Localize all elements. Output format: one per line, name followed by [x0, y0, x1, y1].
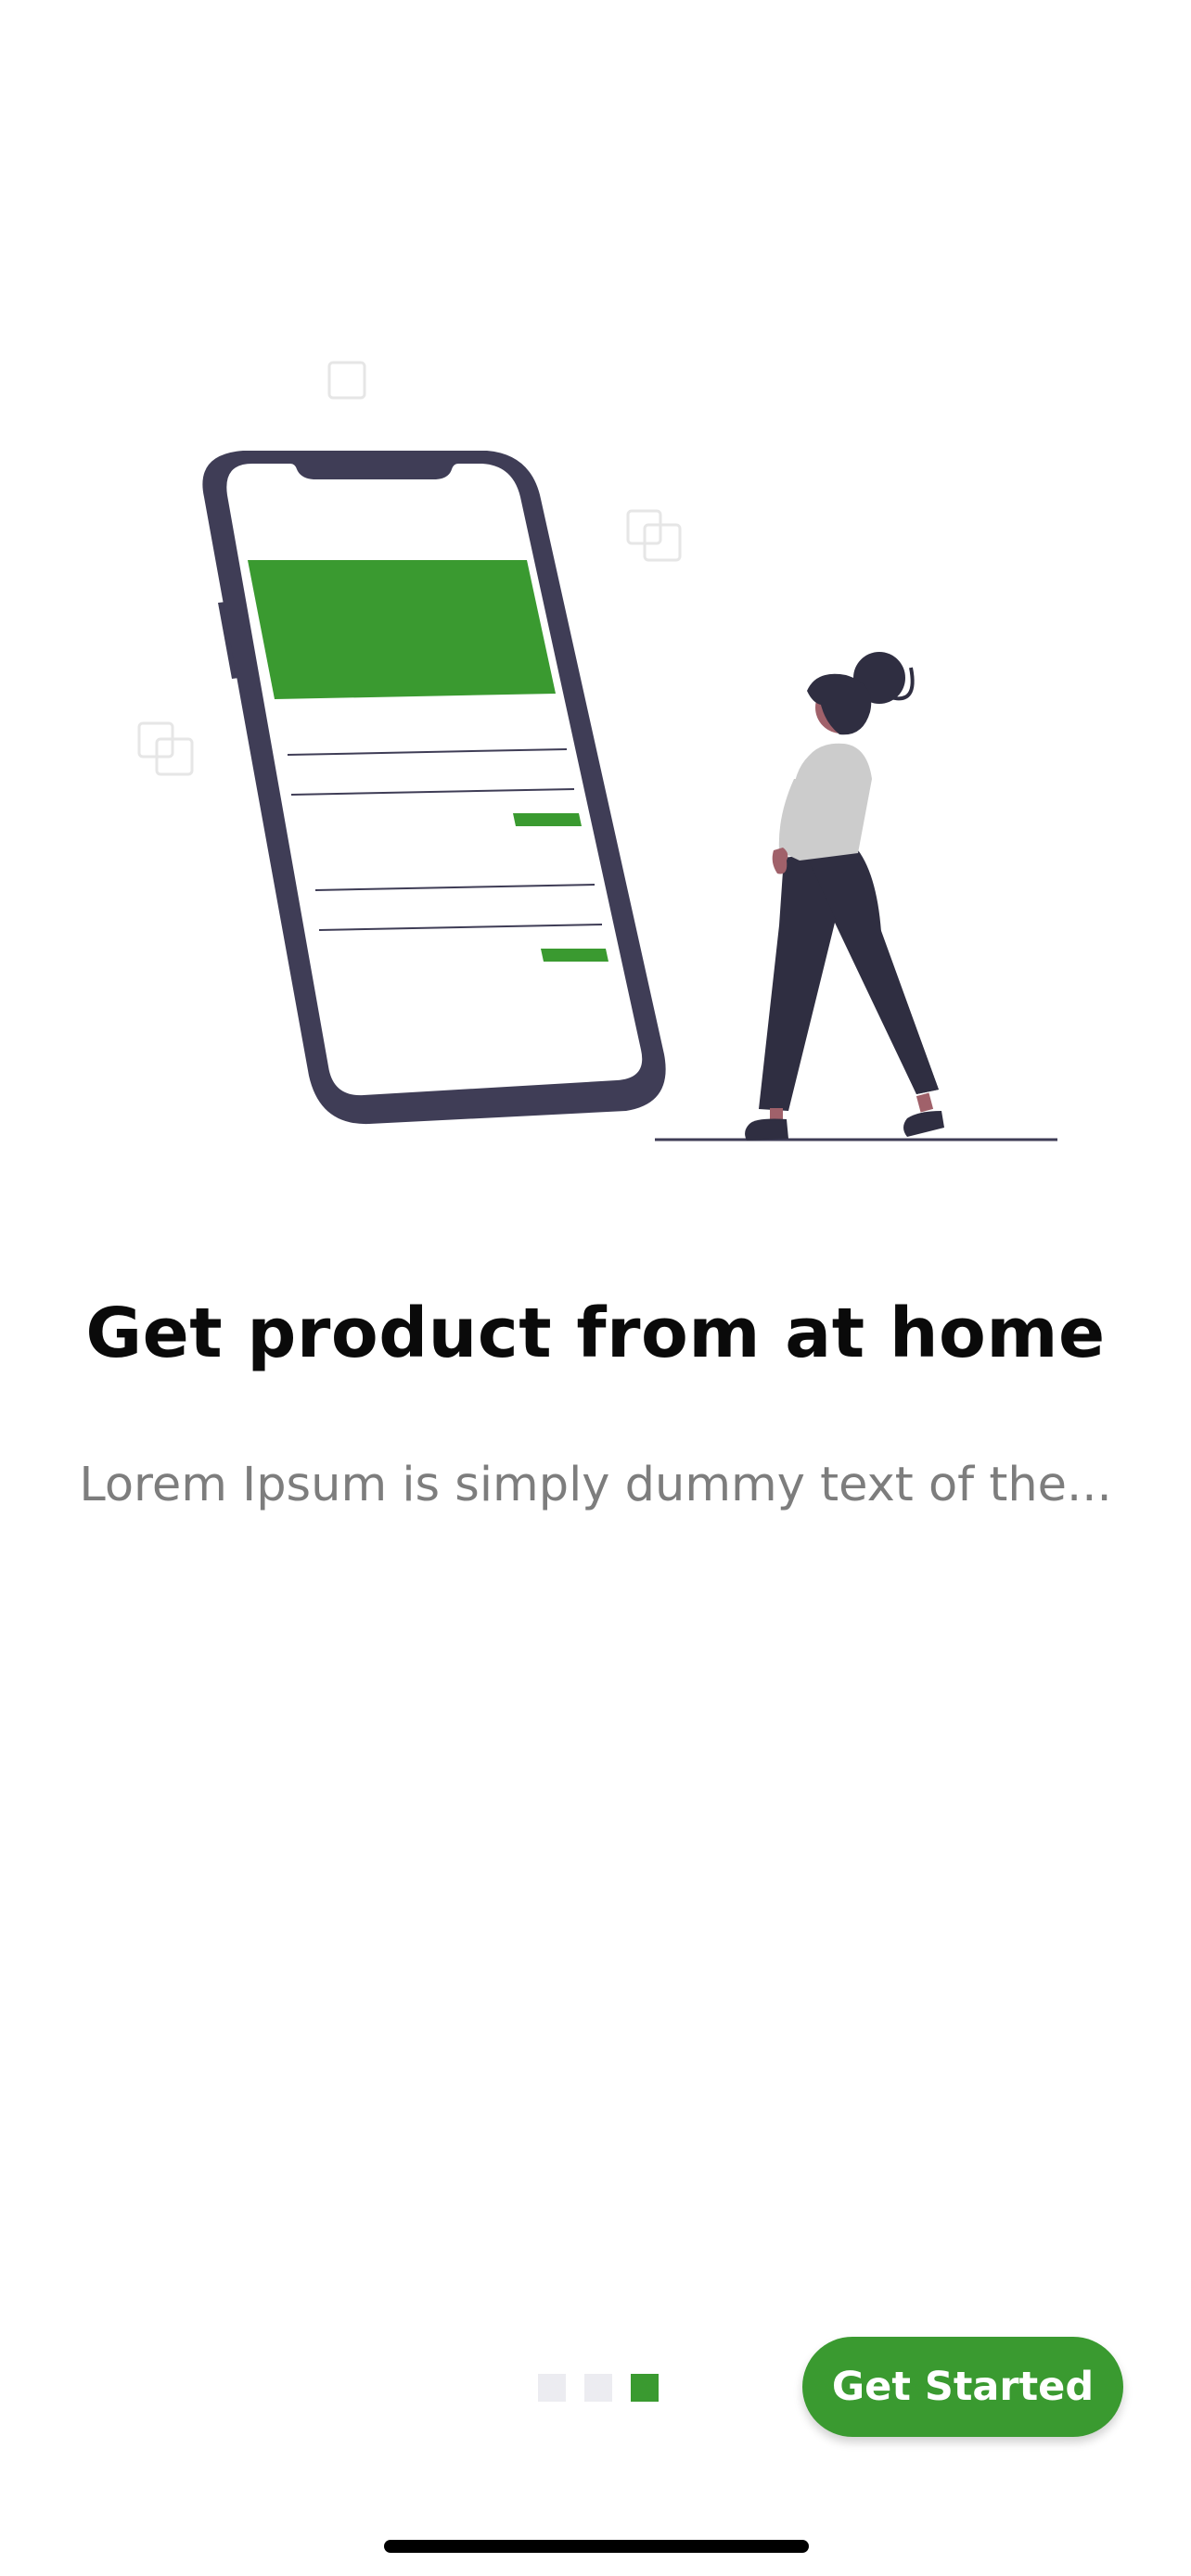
- woman-illustration: [745, 652, 944, 1141]
- onboarding-title: Get product from at home: [85, 1294, 1106, 1373]
- get-started-button[interactable]: Get Started: [802, 2337, 1123, 2437]
- phone-illustration: [202, 451, 666, 1125]
- onboarding-subtitle: Lorem Ipsum is simply dummy text of the.…: [79, 1458, 1112, 1512]
- page-dot-3-active: [631, 2374, 659, 2402]
- page-indicator: [538, 2374, 659, 2404]
- onboarding-illustration: [137, 361, 1057, 1141]
- home-indicator[interactable]: [384, 2540, 809, 2553]
- page-dot-1: [538, 2374, 566, 2402]
- page-dot-2: [584, 2374, 612, 2402]
